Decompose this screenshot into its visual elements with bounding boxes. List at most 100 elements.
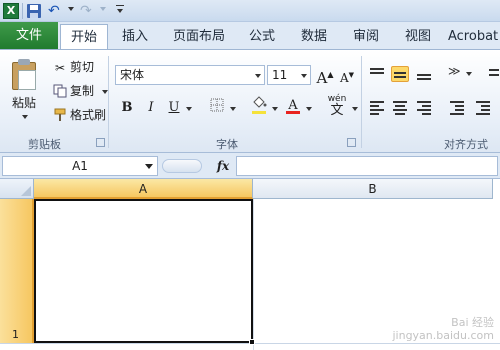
align-center-icon[interactable] [391,100,409,116]
quick-access-toolbar: X ↶ ↷ [0,0,500,22]
shrink-font-letter: A [339,71,349,85]
redo-icon[interactable]: ↷ [80,3,96,19]
tab-view[interactable]: 视图 [396,24,440,50]
orientation-dropdown-icon[interactable] [466,72,472,76]
bold-button[interactable]: B [117,98,137,118]
fill-bucket-icon [253,96,267,108]
name-box-value: A1 [72,159,88,173]
qat-separator [22,3,23,19]
font-color-dropdown-icon[interactable] [306,107,312,111]
align-left-icon[interactable] [368,100,386,116]
scissors-icon: ✂ [54,60,66,75]
tab-insert[interactable]: 插入 [112,24,158,50]
font-color-bar [286,111,300,114]
group-separator [361,56,362,148]
clipboard-group-label: 剪贴板 [28,138,61,151]
formula-bar: A1 fx [0,153,500,179]
formula-bar-splitter[interactable] [162,159,202,173]
worksheet-grid: A B 1 Bai 经验 jingyan.baidu.com [0,179,500,350]
wrap-text-icon[interactable] [487,66,500,82]
ribbon-tabs: 文件 开始 插入 页面布局 公式 数据 审阅 视图 Acrobat [0,22,500,50]
select-all-button[interactable] [0,179,34,199]
fill-color-bar [252,111,266,114]
column-header-a[interactable]: A [34,179,253,199]
align-middle-icon[interactable] [391,66,409,82]
font-color-button[interactable]: A [283,96,303,116]
font-size-value: 11 [272,68,288,82]
font-size-combo[interactable]: 11 [267,65,311,85]
phonetic-button[interactable]: wén 文 [324,94,350,118]
customize-bar-icon [116,5,124,6]
fill-color-dropdown-icon[interactable] [272,107,278,111]
copy-dropdown-icon[interactable] [101,89,108,94]
phonetic-dropdown-icon[interactable] [352,107,358,111]
orientation-icon[interactable]: ≫ [448,64,466,80]
cut-button[interactable]: ✂ 剪切 [52,58,94,76]
borders-button[interactable] [207,98,227,118]
selected-cell-a1[interactable] [34,199,255,345]
italic-button[interactable]: I [141,98,161,118]
decrease-indent-icon[interactable] [448,100,466,116]
font-name-value: 宋体 [120,68,145,82]
clipboard-paper [18,70,36,90]
ribbon-home: 粘贴 ✂ 剪切 复制 格式刷 剪贴板 宋体 11 A▲ A▼ B I U A w… [0,49,500,153]
tab-file[interactable]: 文件 [0,22,58,50]
tab-data[interactable]: 数据 [292,24,336,50]
save-icon[interactable] [26,3,42,19]
align-bottom-icon[interactable] [415,66,433,82]
underline-dropdown-icon[interactable] [186,107,192,111]
alignment-group-label: 对齐方式 [444,138,488,151]
name-box-dropdown-icon[interactable] [145,164,153,169]
name-box[interactable]: A1 [2,156,158,176]
align-right-icon[interactable] [415,100,433,116]
copy-label: 复制 [70,84,95,98]
font-name-dropdown-icon[interactable] [255,74,261,78]
undo-icon[interactable]: ↶ [48,3,64,19]
format-painter-label: 格式刷 [70,108,107,122]
copy-icon [52,84,68,100]
tab-page-layout[interactable]: 页面布局 [166,24,232,50]
format-painter-button[interactable]: 格式刷 [52,106,106,124]
format-painter-icon [52,108,68,124]
excel-icon[interactable]: X [3,3,19,19]
fill-handle[interactable] [249,339,255,345]
increase-indent-icon[interactable] [474,100,492,116]
borders-dropdown-icon[interactable] [230,107,236,111]
underline-button[interactable]: U [164,98,184,118]
formula-input[interactable] [236,156,498,176]
column-divider [253,199,254,350]
font-size-dropdown-icon[interactable] [301,74,307,78]
grow-font-button[interactable]: A▲ [315,65,335,87]
clipboard-clip [18,59,30,65]
watermark-line1: Bai 经验 [451,316,494,329]
group-separator [108,56,109,148]
tab-review[interactable]: 审阅 [344,24,388,50]
watermark-line2: jingyan.baidu.com [392,329,494,342]
row-header-1-label: 1 [12,328,19,341]
insert-function-icon[interactable]: fx [212,156,234,176]
font-name-combo[interactable]: 宋体 [115,65,265,85]
copy-button[interactable]: 复制 [52,82,108,100]
tab-home[interactable]: 开始 [60,24,108,50]
font-launcher-icon[interactable] [347,138,356,147]
font-group-label: 字体 [216,138,238,151]
undo-dropdown-icon[interactable] [68,7,74,11]
phonetic-char: 文 [330,103,344,118]
customize-qat-icon[interactable] [117,9,123,13]
row-header-1[interactable]: 1 [0,199,34,343]
paste-button[interactable]: 粘贴 [12,94,36,111]
redo-dropdown-icon [100,7,106,11]
tab-formulas[interactable]: 公式 [240,24,284,50]
watermark: Bai 经验 jingyan.baidu.com [392,316,494,342]
column-header-b[interactable]: B [253,179,493,199]
grow-font-letter: A [316,69,328,87]
shrink-font-button[interactable]: A▼ [337,65,357,85]
clipboard-launcher-icon[interactable] [96,138,105,147]
borders-icon [210,98,224,112]
tab-acrobat[interactable]: Acrobat [448,24,500,50]
align-top-icon[interactable] [368,66,386,82]
fill-color-button[interactable] [249,96,269,116]
paste-dropdown-icon[interactable] [22,115,28,119]
cut-label: 剪切 [70,60,95,74]
paste-icon[interactable] [10,58,40,90]
